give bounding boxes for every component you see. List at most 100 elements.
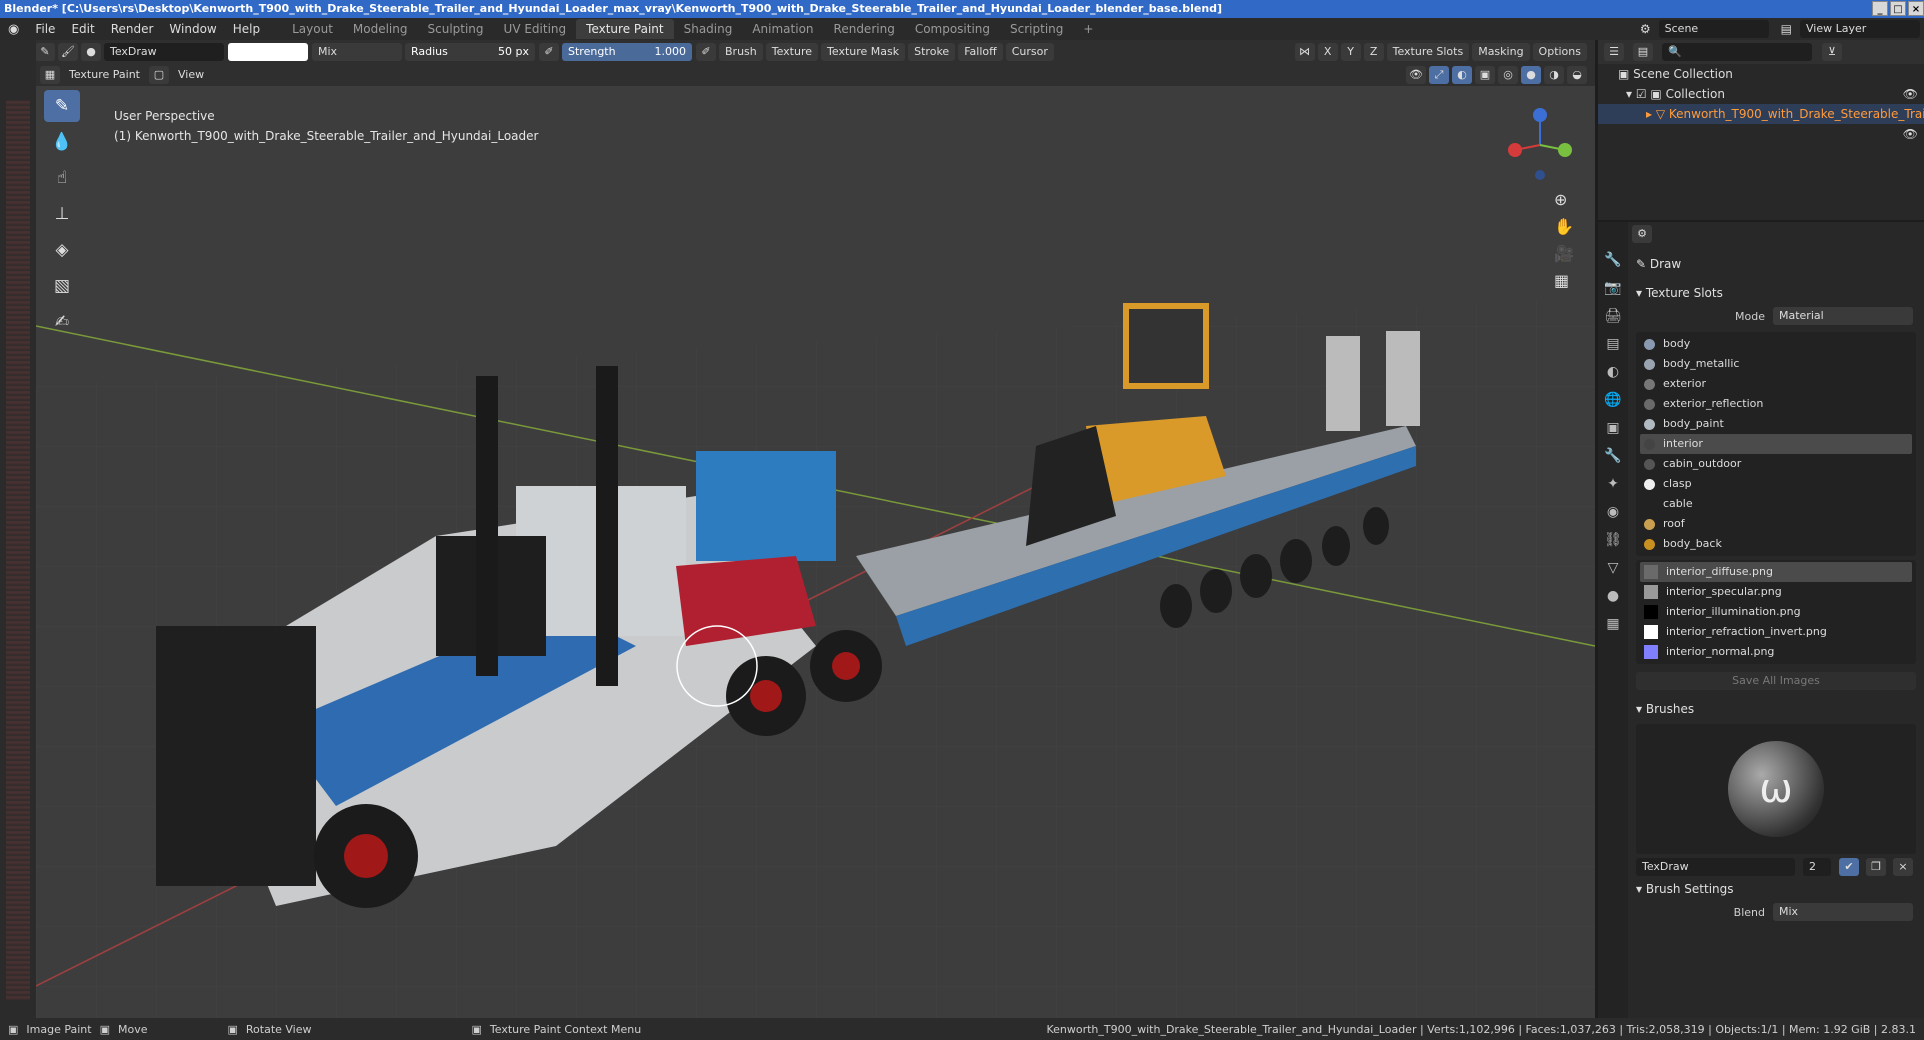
fake-user-icon[interactable]: ✔ xyxy=(1839,858,1859,876)
menu-falloff[interactable]: Falloff xyxy=(958,43,1003,61)
tab-layout[interactable]: Layout xyxy=(282,19,343,39)
maximize-icon[interactable]: □ xyxy=(1890,1,1906,16)
material-slot-item[interactable]: body_paint xyxy=(1640,414,1912,434)
outliner-scene-collection[interactable]: ▣ Scene Collection xyxy=(1598,64,1924,84)
outliner-object[interactable]: ▸ ▽ Kenworth_T900_with_Drake_Steerable_T… xyxy=(1598,104,1924,141)
properties-editor-icon[interactable]: ⚙ xyxy=(1632,225,1652,243)
menu-view[interactable]: View xyxy=(171,66,211,84)
fill-tool-icon[interactable]: ◈ xyxy=(44,234,80,266)
mode-dropdown-props[interactable]: Material xyxy=(1773,307,1913,325)
symmetry-icon[interactable]: ⋈ xyxy=(1294,43,1315,61)
menu-cursor[interactable]: Cursor xyxy=(1005,43,1054,61)
blend-dropdown-props[interactable]: Mix xyxy=(1773,903,1913,921)
soften-tool-icon[interactable]: 💧 xyxy=(44,126,80,158)
gizmo-icon[interactable]: ⤢ xyxy=(1429,66,1449,84)
wireframe-shading-icon[interactable]: ◎ xyxy=(1498,66,1518,84)
menu-options[interactable]: Options xyxy=(1532,43,1587,61)
brush-color-icon[interactable]: ● xyxy=(81,43,101,61)
object-tab-icon[interactable]: ▣ xyxy=(1606,420,1619,436)
tab-rendering[interactable]: Rendering xyxy=(824,19,905,39)
blender-logo-icon[interactable]: ◉ xyxy=(0,22,27,37)
mask-tool-icon[interactable]: ▧ xyxy=(44,270,80,302)
menu-render[interactable]: Render xyxy=(103,22,162,36)
strength-pressure-icon[interactable]: ✐ xyxy=(696,43,716,61)
visibility-eye-icon[interactable]: 👁 xyxy=(1903,124,1918,144)
menu-stroke[interactable]: Stroke xyxy=(908,43,956,61)
editor-type-icon-secondary[interactable]: ▦ xyxy=(40,66,60,84)
particles-tab-icon[interactable]: ✦ xyxy=(1607,476,1619,492)
mode-icon[interactable]: ✎ xyxy=(35,43,55,61)
modifier-tab-icon[interactable]: 🔧 xyxy=(1604,448,1621,464)
camera-icon[interactable]: 🎥 xyxy=(1554,244,1574,263)
radius-pressure-icon[interactable]: ✐ xyxy=(539,43,559,61)
ortho-grid-icon[interactable]: ▦ xyxy=(1554,271,1574,290)
scene-tab-icon[interactable]: ◐ xyxy=(1607,364,1619,380)
tab-scripting[interactable]: Scripting xyxy=(1000,19,1073,39)
visibility-eye-icon[interactable]: 👁 xyxy=(1903,84,1918,104)
image-slot-item[interactable]: interior_normal.png xyxy=(1640,642,1912,662)
filter-icon[interactable]: ⊻ xyxy=(1822,43,1842,61)
clone-tool-icon[interactable]: ⊥ xyxy=(44,198,80,230)
mode-dropdown[interactable]: Texture Paint xyxy=(63,66,146,84)
outliner-collection[interactable]: ▾ ☑ ▣ Collection 👁 xyxy=(1598,84,1924,104)
outliner-editor-icon[interactable]: ☰ xyxy=(1604,43,1624,61)
draw-tool-icon[interactable]: ✎ xyxy=(44,90,80,122)
xray-icon[interactable]: ▣ xyxy=(1475,66,1495,84)
visibility-icon[interactable]: 👁 xyxy=(1406,66,1426,84)
view-layer-tab-icon[interactable]: ▤ xyxy=(1606,336,1619,352)
material-slot-item[interactable]: cable xyxy=(1640,494,1912,514)
output-tab-icon[interactable]: 🖨 xyxy=(1604,308,1622,324)
save-all-images-button[interactable]: Save All Images xyxy=(1636,672,1916,690)
annotate-tool-icon[interactable]: ✍ xyxy=(44,306,80,338)
view-layer-selector[interactable]: View Layer xyxy=(1800,20,1920,38)
axis-z-toggle[interactable]: Z xyxy=(1363,43,1384,61)
display-mode-icon[interactable]: ▤ xyxy=(1633,43,1653,61)
menu-texture[interactable]: Texture xyxy=(765,43,819,61)
material-slot-item[interactable]: exterior_reflection xyxy=(1640,394,1912,414)
outliner-search-input[interactable]: 🔍 xyxy=(1662,43,1812,61)
menu-edit[interactable]: Edit xyxy=(63,22,102,36)
brush-name-field[interactable]: TexDraw xyxy=(104,43,224,61)
texture-slots-panel-header[interactable]: ▾ Texture Slots xyxy=(1628,282,1924,304)
rendered-shading-icon[interactable]: ◒ xyxy=(1567,66,1587,84)
brush-datablock-name[interactable]: TexDraw xyxy=(1636,858,1795,876)
add-workspace-icon[interactable]: + xyxy=(1073,19,1103,39)
radius-slider[interactable]: Radius 50 px xyxy=(405,43,535,61)
scene-icon[interactable]: ⚙ xyxy=(1632,22,1659,36)
material-shading-icon[interactable]: ◑ xyxy=(1544,66,1564,84)
minimize-icon[interactable]: _ xyxy=(1872,1,1888,16)
tab-compositing[interactable]: Compositing xyxy=(905,19,1000,39)
data-tab-icon[interactable]: ▽ xyxy=(1608,560,1619,576)
material-slot-item[interactable]: body xyxy=(1640,334,1912,354)
paint-mask-icon[interactable]: ▢ xyxy=(148,66,169,84)
material-slot-item[interactable]: cabin_outdoor xyxy=(1640,454,1912,474)
axis-x-toggle[interactable]: X xyxy=(1317,43,1338,61)
material-slot-item[interactable]: body_back xyxy=(1640,534,1912,554)
image-slot-item[interactable]: interior_illumination.png xyxy=(1640,602,1912,622)
tab-uv-editing[interactable]: UV Editing xyxy=(494,19,577,39)
smear-tool-icon[interactable]: ☝ xyxy=(44,162,80,194)
material-slot-item[interactable]: roof xyxy=(1640,514,1912,534)
image-slot-item[interactable]: interior_diffuse.png xyxy=(1640,562,1912,582)
unlink-brush-icon[interactable]: × xyxy=(1893,858,1913,876)
solid-shading-icon[interactable]: ● xyxy=(1521,66,1541,84)
menu-masking[interactable]: Masking xyxy=(1472,43,1530,61)
physics-tab-icon[interactable]: ◉ xyxy=(1607,504,1619,520)
image-slot-item[interactable]: interior_refraction_invert.png xyxy=(1640,622,1912,642)
texture-tab-icon[interactable]: ▦ xyxy=(1606,616,1619,632)
navigation-gizmo[interactable] xyxy=(1505,105,1575,188)
menu-texture-slots[interactable]: Texture Slots xyxy=(1386,43,1470,61)
3d-viewport[interactable] xyxy=(36,86,1595,1018)
menu-texture-mask[interactable]: Texture Mask xyxy=(821,43,906,61)
close-icon[interactable]: × xyxy=(1908,1,1924,16)
color-swatch[interactable] xyxy=(228,43,308,61)
brush-settings-panel-header[interactable]: ▾ Brush Settings xyxy=(1628,878,1924,900)
brush-users-count[interactable]: 2 xyxy=(1803,858,1831,876)
material-slot-item[interactable]: interior xyxy=(1640,434,1912,454)
render-tab-icon[interactable]: 📷 xyxy=(1604,280,1621,296)
constraints-tab-icon[interactable]: ⛓ xyxy=(1604,532,1622,548)
tab-modeling[interactable]: Modeling xyxy=(343,19,418,39)
view-layer-icon[interactable]: ▤ xyxy=(1773,22,1800,36)
brush-icon[interactable]: 🖌 xyxy=(58,43,78,61)
zoom-icon[interactable]: ⊕ xyxy=(1554,190,1574,209)
